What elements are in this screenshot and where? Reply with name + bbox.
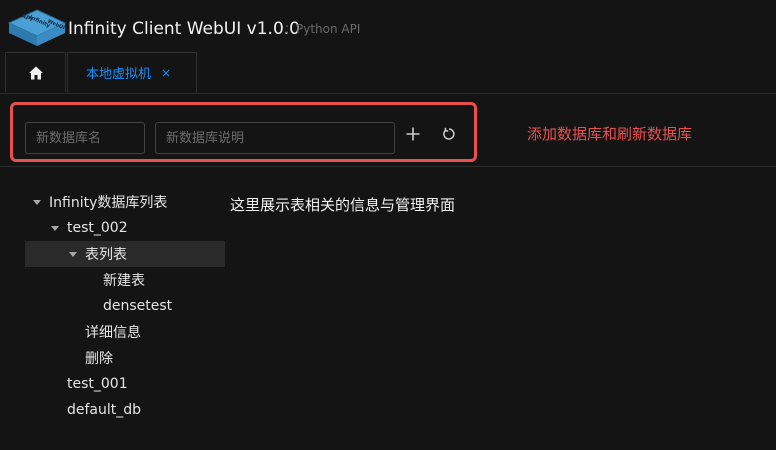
caret-down-icon[interactable] bbox=[33, 199, 41, 205]
refresh-icon bbox=[443, 127, 455, 140]
app-subtitle: ：Python API bbox=[284, 22, 361, 36]
app-page: API Infinity WebUI Infinity Client WebUI… bbox=[0, 0, 776, 450]
tree-node-details[interactable]: 详细信息 bbox=[25, 319, 225, 345]
app-title: Infinity Client WebUI v1.0.0 bbox=[68, 19, 300, 39]
tree-node-root[interactable]: Infinity数据库列表 bbox=[25, 189, 225, 215]
tree-node-label: 详细信息 bbox=[85, 325, 141, 341]
tab-bar: 本地虚拟机 × bbox=[0, 52, 776, 94]
tree-node-table[interactable]: 新建表 bbox=[25, 267, 225, 293]
tree-node-delete[interactable]: 删除 bbox=[25, 345, 225, 371]
toolbar-annotation: 添加数据库和刷新数据库 bbox=[527, 125, 693, 143]
caret-down-icon[interactable] bbox=[51, 225, 59, 231]
main-panel-annotation: 这里展示表相关的信息与管理界面 bbox=[230, 196, 456, 214]
tree-node-database[interactable]: test_002 bbox=[25, 215, 225, 241]
add-database-button[interactable] bbox=[401, 122, 425, 146]
app-header: API Infinity WebUI Infinity Client WebUI… bbox=[0, 0, 776, 56]
caret-down-icon[interactable] bbox=[69, 251, 77, 257]
tab-local-vm[interactable]: 本地虚拟机 × bbox=[67, 52, 197, 93]
tree-node-database[interactable]: default_db bbox=[25, 397, 225, 423]
tree-node-label: test_001 bbox=[67, 376, 128, 392]
tab-local-vm-label: 本地虚拟机 bbox=[86, 67, 152, 82]
home-icon bbox=[28, 66, 43, 79]
tree-node-label: densetest bbox=[103, 298, 173, 314]
tree-node-label: 新建表 bbox=[103, 273, 145, 289]
close-icon[interactable]: × bbox=[161, 67, 171, 79]
tree-node-database[interactable]: test_001 bbox=[25, 371, 225, 397]
tree-node-label: default_db bbox=[67, 402, 142, 418]
tree-node-label: 删除 bbox=[85, 351, 113, 367]
database-tree: Infinity数据库列表 test_002 表列表 新建表 densetest… bbox=[25, 189, 225, 423]
new-database-description-input[interactable] bbox=[155, 122, 395, 154]
new-database-name-input[interactable] bbox=[25, 122, 145, 154]
tree-node-table[interactable]: densetest bbox=[25, 293, 225, 319]
tree-node-label: 表列表 bbox=[85, 247, 127, 263]
refresh-databases-button[interactable] bbox=[437, 122, 461, 146]
section-divider bbox=[0, 166, 776, 167]
tree-node-label: Infinity数据库列表 bbox=[49, 195, 168, 211]
tree-node-table-list[interactable]: 表列表 bbox=[25, 241, 225, 267]
tree-node-label: test_002 bbox=[67, 220, 128, 236]
tab-home[interactable] bbox=[5, 52, 66, 92]
plus-icon bbox=[406, 127, 420, 141]
infinity-logo: API Infinity WebUI bbox=[8, 9, 66, 46]
